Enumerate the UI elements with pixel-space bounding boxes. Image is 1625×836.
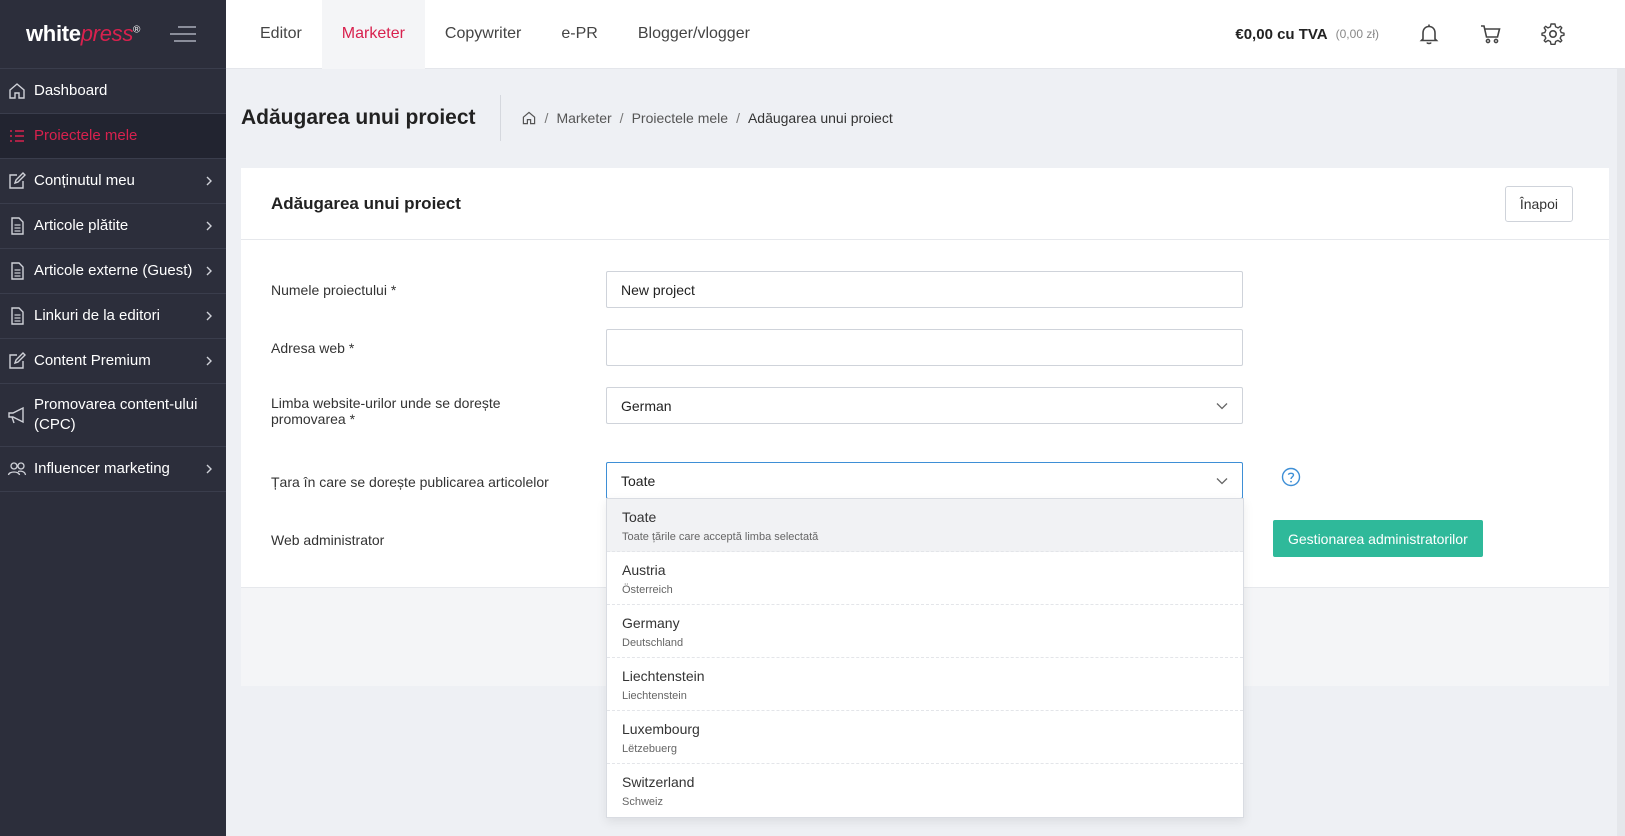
breadcrumb-current: Adăugarea unui proiect [747, 110, 893, 126]
sidebar-item-paid-articles[interactable]: Articole plătite [0, 204, 226, 249]
dropdown-option-germany[interactable]: Germany Deutschland [607, 605, 1243, 658]
account-balance[interactable]: €0,00 cu TVA [1235, 26, 1327, 43]
breadcrumb-my-projects[interactable]: Proiectele mele [632, 110, 729, 126]
gear-icon[interactable] [1541, 22, 1565, 46]
web-address-input[interactable] [606, 329, 1243, 366]
tab-epr[interactable]: e-PR [541, 0, 617, 69]
dropdown-option-liechtenstein[interactable]: Liechtenstein Liechtenstein [607, 658, 1243, 711]
sidebar-item-label: Promovarea content-ului (CPC) [34, 396, 198, 433]
help-icon[interactable] [1281, 467, 1301, 487]
sidebar-item-label: Articole plătite [34, 217, 129, 234]
sidebar-item-label: Influencer marketing [34, 460, 170, 477]
project-name-input[interactable]: New project [606, 271, 1243, 308]
country-dropdown-menu: Toate Toate țările care acceptă limba se… [606, 498, 1244, 818]
web-admin-label: Web administrator [271, 532, 385, 548]
top-bar: Editor Marketer Copywriter e-PR Blogger/… [226, 0, 1625, 69]
logo-bar: whitepress® [0, 0, 226, 69]
users-icon [7, 462, 27, 476]
project-name-label: Numele proiectului * [271, 282, 397, 298]
home-icon [9, 83, 25, 99]
sidebar-item-label: Linkuri de la editori [34, 307, 160, 324]
sidebar-item-projects[interactable]: Proiectele mele [0, 114, 226, 159]
tab-marketer[interactable]: Marketer [321, 0, 425, 69]
sidebar-item-dashboard[interactable]: Dashboard [0, 69, 226, 114]
sidebar-item-my-content[interactable]: Conținutul meu [0, 159, 226, 204]
back-button[interactable]: Înapoi [1504, 186, 1573, 222]
card-header: Adăugarea unui proiect Înapoi [241, 168, 1609, 240]
chevron-right-icon [206, 356, 212, 366]
page-title: Adăugarea unui proiect [241, 95, 501, 141]
tab-editor[interactable]: Editor [240, 0, 322, 69]
dropdown-option-switzerland[interactable]: Switzerland Schweiz [607, 764, 1243, 817]
page-scrollbar[interactable] [1617, 69, 1625, 836]
dropdown-option-austria[interactable]: Austria Österreich [607, 552, 1243, 605]
account-balance-pln: (0,00 zł) [1335, 27, 1379, 41]
home-icon[interactable] [521, 110, 537, 126]
bell-icon[interactable] [1417, 22, 1441, 46]
document-icon [11, 262, 24, 280]
sidebar-item-editor-links[interactable]: Linkuri de la editori [0, 294, 226, 339]
card-title: Adăugarea unui proiect [271, 193, 461, 213]
tab-copywriter[interactable]: Copywriter [425, 0, 541, 69]
sidebar-item-content-premium[interactable]: Content Premium [0, 339, 226, 384]
chevron-right-icon [206, 311, 212, 321]
edit-icon [9, 172, 26, 189]
language-label: Limba website-urilor unde se dorește pro… [271, 395, 501, 427]
chevron-right-icon [206, 464, 212, 474]
chevron-right-icon [206, 266, 212, 276]
sidebar-item-cpc-promotion[interactable]: Promovarea content-ului (CPC) [0, 384, 226, 447]
chevron-right-icon [206, 176, 212, 186]
dropdown-option-all[interactable]: Toate Toate țările care acceptă limba se… [607, 499, 1243, 552]
list-icon [10, 130, 24, 142]
sidebar-item-label: Proiectele mele [34, 127, 138, 144]
country-label: Țara în care se dorește publicarea artic… [271, 474, 549, 490]
cart-icon[interactable] [1479, 22, 1503, 46]
country-select[interactable]: Toate [606, 462, 1243, 499]
sidebar-item-label: Conținutul meu [34, 172, 135, 189]
document-icon [11, 307, 24, 325]
breadcrumb: / Marketer / Proiectele mele / Adăugarea… [501, 110, 893, 126]
dropdown-option-luxembourg[interactable]: Luxembourg Lëtzebuerg [607, 711, 1243, 764]
whitepress-logo[interactable]: whitepress® [26, 21, 140, 47]
chevron-down-icon [1216, 478, 1228, 485]
role-tabs: Editor Marketer Copywriter e-PR Blogger/… [240, 0, 770, 69]
sidebar-item-label: Content Premium [34, 352, 151, 369]
sidebar-item-influencer-marketing[interactable]: Influencer marketing [0, 447, 226, 492]
page-header: Adăugarea unui proiect / Marketer / Proi… [241, 95, 893, 141]
language-select[interactable]: German [606, 387, 1243, 424]
menu-toggle-icon[interactable] [170, 26, 196, 44]
chevron-down-icon [1216, 403, 1228, 410]
sidebar: whitepress® Dashboard Proiectele mele Co… [0, 0, 226, 836]
breadcrumb-marketer[interactable]: Marketer [556, 110, 611, 126]
tab-blogger-vlogger[interactable]: Blogger/vlogger [618, 0, 770, 69]
chevron-right-icon [206, 221, 212, 231]
web-address-label: Adresa web * [271, 340, 355, 356]
document-icon [11, 217, 24, 235]
edit-icon [9, 352, 26, 369]
sidebar-item-label: Dashboard [34, 82, 108, 99]
megaphone-icon [8, 406, 24, 424]
manage-admins-button[interactable]: Gestionarea administratorilor [1273, 520, 1483, 557]
sidebar-item-guest-articles[interactable]: Articole externe (Guest) [0, 249, 226, 294]
sidebar-item-label: Articole externe (Guest) [34, 262, 193, 279]
top-right-actions: €0,00 cu TVA (0,00 zł) [1235, 0, 1625, 69]
